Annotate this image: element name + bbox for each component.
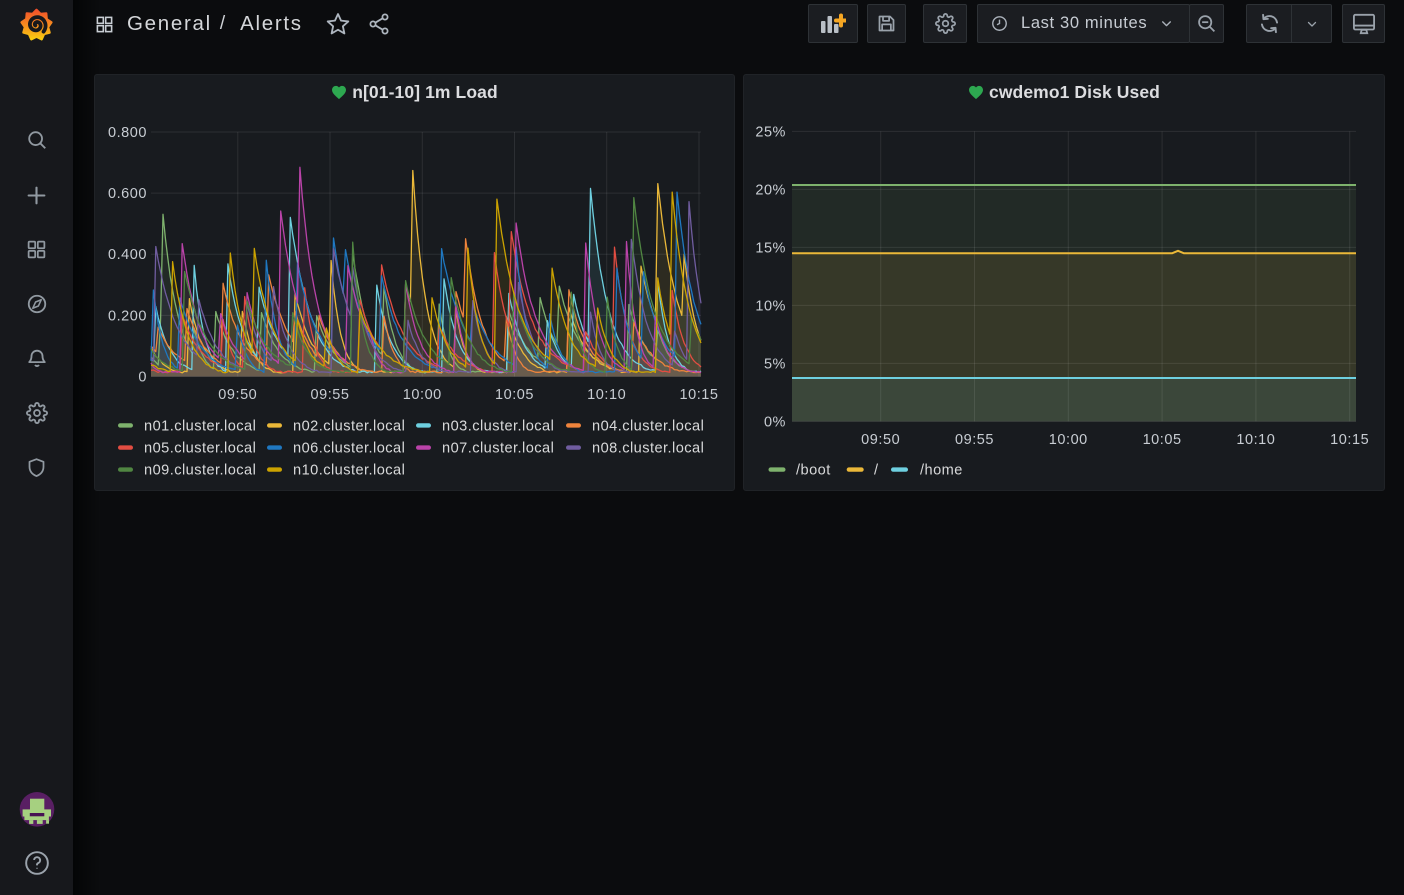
svg-text:10:00: 10:00 <box>403 387 442 403</box>
svg-text:n03.cluster.local: n03.cluster.local <box>442 418 554 434</box>
svg-text:n05.cluster.local: n05.cluster.local <box>144 441 256 457</box>
svg-text:0.400: 0.400 <box>108 247 147 263</box>
svg-text:n08.cluster.local: n08.cluster.local <box>592 441 704 457</box>
svg-text:20%: 20% <box>755 182 786 198</box>
svg-text:5%: 5% <box>764 356 786 372</box>
svg-text:09:50: 09:50 <box>861 432 900 448</box>
svg-text:/: / <box>874 463 879 479</box>
svg-text:0.800: 0.800 <box>108 125 147 141</box>
svg-text:0%: 0% <box>764 414 786 430</box>
svg-text:n01.cluster.local: n01.cluster.local <box>144 418 256 434</box>
svg-text:0.600: 0.600 <box>108 186 147 202</box>
svg-text:10%: 10% <box>755 298 786 314</box>
svg-text:25%: 25% <box>755 124 786 140</box>
svg-text:09:55: 09:55 <box>955 432 994 448</box>
svg-text:10:10: 10:10 <box>1236 432 1275 448</box>
svg-text:15%: 15% <box>755 240 786 256</box>
svg-text:09:50: 09:50 <box>218 387 257 403</box>
svg-text:10:15: 10:15 <box>1330 432 1369 448</box>
svg-text:09:55: 09:55 <box>310 387 349 403</box>
svg-text:10:05: 10:05 <box>1143 432 1182 448</box>
svg-text:n07.cluster.local: n07.cluster.local <box>442 441 554 457</box>
svg-text:10:15: 10:15 <box>679 387 718 403</box>
svg-text:10:00: 10:00 <box>1049 432 1088 448</box>
svg-text:10:05: 10:05 <box>495 387 534 403</box>
svg-text:n04.cluster.local: n04.cluster.local <box>592 418 704 434</box>
svg-text:n09.cluster.local: n09.cluster.local <box>144 463 256 479</box>
svg-text:n02.cluster.local: n02.cluster.local <box>293 418 405 434</box>
svg-text:0: 0 <box>138 370 147 386</box>
svg-text:10:10: 10:10 <box>587 387 626 403</box>
svg-text:n06.cluster.local: n06.cluster.local <box>293 441 405 457</box>
svg-text:0.200: 0.200 <box>108 308 147 324</box>
svg-text:/home: /home <box>920 463 963 479</box>
svg-text:n10.cluster.local: n10.cluster.local <box>293 463 405 479</box>
svg-text:/boot: /boot <box>796 463 831 479</box>
